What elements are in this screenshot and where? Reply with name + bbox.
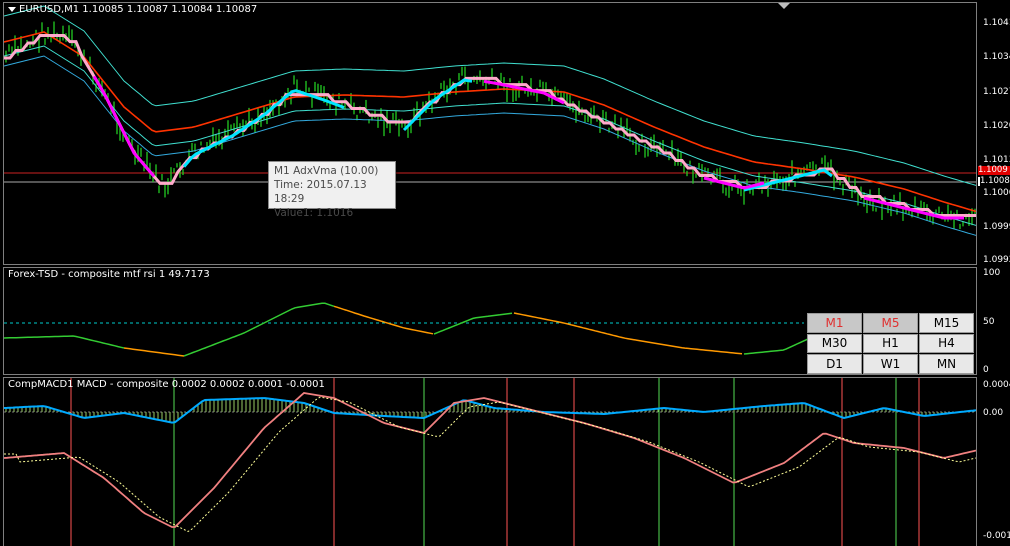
tooltip-value: Value1: 1.1016 — [274, 207, 354, 219]
price-scale-label: 1.0992 — [983, 255, 1010, 265]
timeframe-button-m15[interactable]: M15 — [919, 313, 974, 333]
price-scale-label: 1.1041 — [983, 18, 1010, 28]
rsi-line-down — [123, 347, 185, 357]
price-scale-label: 1.1013 — [983, 155, 1010, 165]
adxvma-down-segment — [92, 75, 156, 178]
bid-price-tag: 1.1009 — [978, 166, 1010, 175]
price-chart-title: EURUSD,M1 1.10085 1.10087 1.10084 1.1008… — [8, 4, 257, 15]
rsi-scale-label: 0 — [983, 365, 989, 375]
rsi-line-down — [333, 305, 434, 335]
macd-indicator-pane[interactable]: CompMACD1 MACD - composite 0.0002 0.0002… — [3, 377, 977, 546]
rsi-scale-label: 50 — [983, 317, 995, 327]
rsi-line-up — [4, 335, 125, 349]
timeframe-selector: M1 M5 M15 M30 H1 H4 D1 W1 MN — [807, 313, 974, 374]
rsi-line-down — [513, 312, 743, 355]
rsi-title: Forex-TSD - composite mtf rsi 1 49.7173 — [8, 269, 210, 280]
upper-band-line — [4, 5, 976, 186]
collapse-triangle-icon[interactable] — [8, 6, 16, 12]
chart-shift-marker-icon[interactable] — [778, 3, 790, 9]
rsi-line-up — [433, 312, 513, 335]
macd-scale-label: 0.0004 — [983, 380, 1010, 390]
indicator-tooltip: M1 AdxVma (10.00) Time: 2015.07.13 18:29… — [268, 161, 396, 219]
tooltip-indicator-name: M1 AdxVma (10.00) — [274, 165, 379, 177]
rsi-line-up — [183, 302, 335, 357]
macd-canvas[interactable] — [4, 378, 977, 546]
symbol-quote: EURUSD,M1 1.10085 1.10087 1.10084 1.1008… — [19, 4, 258, 15]
macd-title: CompMACD1 MACD - composite 0.0002 0.0002… — [8, 379, 325, 390]
price-scale-label: 1.1027 — [983, 87, 1010, 97]
macd-scale-label: -0.0019 — [983, 531, 1010, 541]
timeframe-button-h4[interactable]: H4 — [919, 333, 974, 354]
adxvma-line — [4, 34, 976, 217]
adxvma-up-segment — [182, 89, 345, 168]
timeframe-button-h1[interactable]: H1 — [863, 333, 918, 354]
timeframe-button-mn[interactable]: MN — [919, 354, 974, 374]
price-scale-label: 1.1006 — [983, 188, 1010, 198]
mid-band-line — [4, 45, 976, 226]
moving-average-line — [4, 31, 976, 213]
timeframe-button-d1[interactable]: D1 — [807, 354, 862, 374]
timeframe-button-m30[interactable]: M30 — [807, 333, 862, 354]
price-scale-label: 1.1020 — [983, 121, 1010, 131]
rsi-line-up — [743, 337, 811, 355]
price-scale-label: 1.1034 — [983, 52, 1010, 62]
price-chart-pane[interactable]: EURUSD,M1 1.10085 1.10087 1.10084 1.1008… — [3, 2, 977, 265]
rsi-scale-label: 100 — [983, 268, 1001, 278]
macd-scale-label: 0.00 — [983, 408, 1004, 418]
tooltip-time: Time: 2015.07.13 18:29 — [274, 179, 367, 205]
price-scale-label: 1.0999 — [983, 222, 1010, 232]
ask-price-tag: 1.1008 — [978, 177, 1010, 186]
price-chart-canvas[interactable] — [4, 3, 977, 265]
timeframe-button-m5[interactable]: M5 — [863, 313, 918, 333]
timeframe-button-m1[interactable]: M1 — [807, 313, 862, 333]
timeframe-button-w1[interactable]: W1 — [863, 354, 918, 374]
adxvma-up-segment — [402, 78, 473, 132]
